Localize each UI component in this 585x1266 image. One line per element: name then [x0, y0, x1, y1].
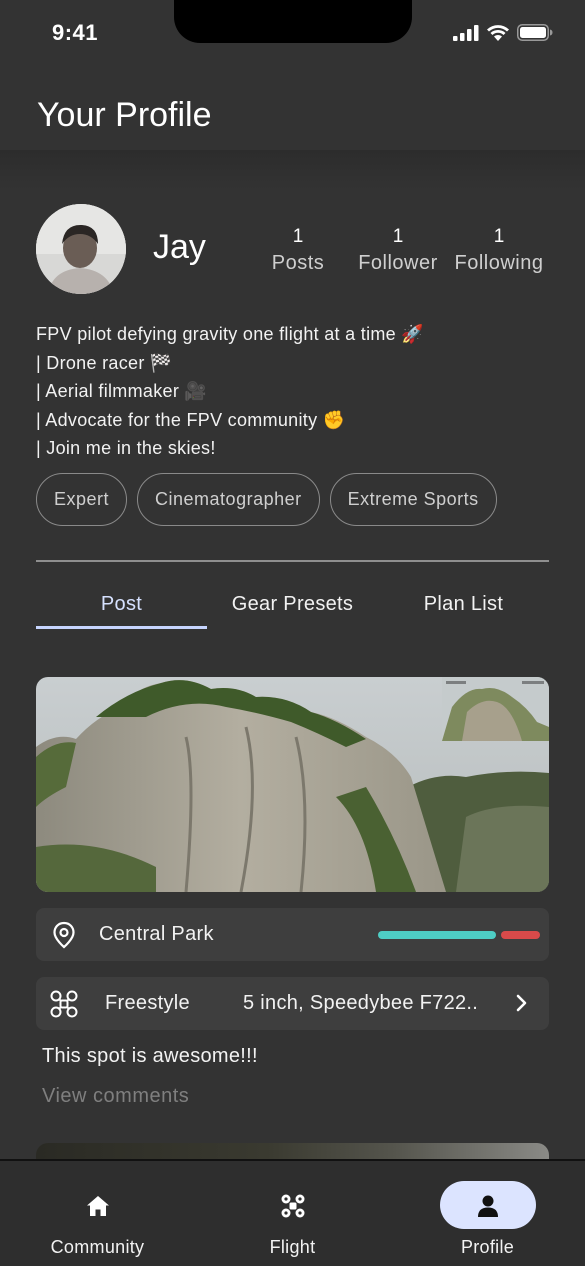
section-divider [36, 560, 549, 562]
camera-notch [174, 0, 412, 43]
bottom-nav: Community Flight Profile [0, 1159, 585, 1266]
flight-style: Freestyle [105, 992, 190, 1014]
bio-line: | Aerial filmmaker 🎥 [36, 381, 208, 401]
drone-icon [281, 1194, 304, 1218]
nav-label: Flight [269, 1237, 316, 1257]
bio-line: | Join me in the skies! [36, 438, 216, 458]
stat-count: 1 [493, 226, 505, 247]
location-name: Central Park [99, 923, 214, 945]
bio-line: FPV pilot defying gravity one flight at … [36, 324, 424, 344]
gear-row[interactable]: Freestyle 5 inch, Speedybee F722.. [36, 977, 549, 1030]
status-bar: 9:41 [0, 0, 585, 60]
chevron-right-icon[interactable] [512, 993, 532, 1013]
nav-label: Profile [460, 1237, 515, 1257]
nav-flight[interactable]: Flight [195, 1161, 390, 1266]
stat-posts[interactable]: 1 Posts [262, 226, 334, 275]
location-row[interactable]: Central Park [36, 908, 549, 961]
nav-community[interactable]: Community [0, 1161, 195, 1266]
avatar[interactable] [36, 204, 126, 294]
drone-icon [50, 990, 78, 1018]
tab-post[interactable]: Post [36, 585, 207, 629]
nav-profile[interactable]: Profile [390, 1161, 585, 1266]
condition-bar-secondary [501, 931, 540, 939]
tag-chip[interactable]: Extreme Sports [329, 473, 497, 526]
wifi-icon [487, 25, 509, 41]
stat-followers[interactable]: 1 Follower [353, 226, 443, 275]
stat-count: 1 [392, 226, 404, 247]
tag-chip[interactable]: Expert [36, 473, 128, 526]
status-icons [453, 24, 553, 41]
avatar-photo [36, 204, 126, 294]
post-image[interactable] [36, 677, 549, 892]
stat-count: 1 [292, 226, 304, 247]
profile-tabs: Post Gear Presets Plan List [36, 585, 549, 629]
bio-line: | Advocate for the FPV community ✊ [36, 409, 346, 430]
post-caption: This spot is awesome!!! [42, 1045, 258, 1067]
gear-summary: 5 inch, Speedybee F722.. [243, 992, 479, 1014]
home-icon [86, 1196, 109, 1216]
condition-bar-primary [378, 931, 496, 939]
person-icon [477, 1195, 498, 1217]
battery-icon [517, 24, 553, 41]
view-comments-link[interactable]: View comments [42, 1085, 189, 1108]
stat-label: Following [454, 252, 544, 274]
profile-tags: Expert Cinematographer Extreme Sports [36, 473, 497, 526]
page-title: Your Profile [37, 96, 212, 134]
header-shadow [0, 150, 585, 190]
tab-gear-presets[interactable]: Gear Presets [207, 585, 378, 629]
location-pin-icon [53, 921, 75, 949]
signal-icon [453, 24, 479, 41]
stat-label: Follower [358, 252, 438, 274]
bio-line: | Drone racer 🏁 [36, 352, 173, 373]
status-time: 9:41 [52, 20, 99, 45]
username: Jay [153, 228, 206, 266]
profile-bio: FPV pilot defying gravity one flight at … [36, 320, 556, 463]
tag-chip[interactable]: Cinematographer [137, 473, 320, 526]
nav-label: Community [50, 1237, 145, 1257]
stat-label: Posts [271, 252, 325, 274]
pip-preview [442, 677, 549, 741]
stat-following[interactable]: 1 Following [448, 226, 550, 275]
tab-plan-list[interactable]: Plan List [378, 585, 549, 629]
